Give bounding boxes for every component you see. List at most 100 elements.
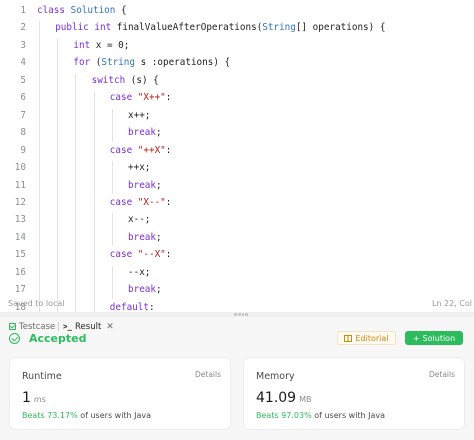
solution-label: Solution (422, 333, 456, 343)
code-text: break; (128, 229, 162, 246)
memory-card[interactable]: Memory Details 41.09 MB Beats 97.03% of u… (243, 357, 465, 430)
runtime-value-row: 1 ms (22, 390, 46, 406)
line-number: 10 (14, 162, 26, 174)
code-text: x--; (128, 211, 150, 228)
code-line[interactable]: 11 break; (0, 177, 474, 194)
runtime-details-link[interactable]: Details (195, 370, 221, 379)
code-token: switch (91, 74, 131, 86)
solution-button[interactable]: + Solution (405, 331, 463, 345)
line-number: 4 (20, 57, 26, 69)
code-line[interactable]: 1 class Solution { (0, 2, 474, 19)
plus-icon: + (412, 333, 420, 343)
code-line[interactable]: 15 case "--X": (0, 246, 474, 263)
drag-grip-icon (234, 313, 248, 316)
code-token: "X--" (137, 196, 166, 208)
code-text: int x = 0; (73, 37, 129, 54)
code-line[interactable]: 12 case "X--": (0, 194, 474, 211)
code-token: (s) { (130, 74, 159, 86)
code-token: case (109, 92, 138, 104)
runtime-value: 1 (22, 390, 31, 406)
code-line[interactable]: 5 switch (s) { (0, 72, 474, 89)
code-text: break; (128, 177, 162, 194)
status-accepted: Accepted (29, 332, 87, 345)
code-token: "++X" (137, 144, 166, 156)
code-token: class (37, 5, 71, 16)
code-token: ; (156, 284, 162, 296)
runtime-card[interactable]: Runtime Details 1 ms Beats 73.17% of user… (9, 357, 231, 430)
code-line[interactable]: 8 break; (0, 124, 474, 141)
code-token: ; (156, 127, 162, 139)
indent-guide (111, 213, 113, 247)
line-number: 5 (20, 74, 26, 86)
line-number: 12 (14, 196, 26, 208)
book-icon (344, 334, 353, 342)
code-text: --x; (128, 264, 150, 281)
code-line[interactable]: 2 public int finalValueAfterOperations(St… (0, 19, 474, 36)
code-token: public (55, 22, 95, 34)
code-token: finalValueAfterOperations( (116, 22, 263, 34)
code-line[interactable]: 4 for (String s :operations) { (0, 54, 474, 71)
code-token: : (165, 249, 172, 261)
memory-details-link[interactable]: Details (429, 370, 455, 379)
saved-status: Saved to local (8, 299, 65, 308)
result-header: Accepted Editorial + Solution (0, 331, 474, 349)
code-token: [] operations) { (295, 22, 386, 34)
editorial-button[interactable]: Editorial (337, 331, 396, 345)
code-line[interactable]: 7 x++; (0, 107, 474, 124)
code-line[interactable]: 9 case "++X": (0, 142, 474, 159)
code-token: : (165, 144, 172, 156)
line-number: 14 (14, 231, 26, 243)
memory-beats-prefix: Beats (256, 411, 279, 420)
code-text: case "X--": (110, 194, 172, 211)
memory-beats: Beats 97.03% of users with Java (256, 411, 385, 420)
code-line[interactable]: 10 ++x; (0, 159, 474, 176)
memory-value-row: 41.09 MB (256, 390, 311, 406)
code-text: switch (s) { (92, 72, 159, 89)
line-number: 13 (14, 214, 26, 226)
code-line[interactable]: 14 break; (0, 229, 474, 246)
code-token: --x; (128, 266, 151, 278)
checkbox-icon (9, 323, 16, 330)
code-text: break; (128, 124, 162, 141)
code-token: for (73, 57, 96, 69)
tab-result-label: Result (75, 321, 102, 332)
code-token: x++; (128, 109, 151, 121)
code-token: case (109, 144, 138, 156)
code-line[interactable]: 3 int x = 0; (0, 37, 474, 54)
memory-title: Memory (256, 371, 295, 382)
code-token: ; (156, 231, 162, 243)
line-number: 6 (20, 92, 26, 104)
code-token: ; (156, 179, 162, 191)
code-token: : (165, 92, 172, 104)
code-token: int (94, 22, 117, 34)
code-token: break (128, 127, 156, 139)
line-number: 3 (20, 39, 26, 51)
tab-testcase-label: Testcase (19, 321, 56, 332)
code-text: public int finalValueAfterOperations(Str… (55, 19, 385, 36)
runtime-beats-prefix: Beats (22, 411, 45, 420)
code-editor[interactable]: 1 class Solution {2 public int finalValueA… (0, 0, 474, 435)
code-token: String (101, 57, 135, 69)
line-number: 9 (20, 144, 26, 156)
code-token: int (73, 39, 96, 51)
runtime-beats: Beats 73.17% of users with Java (22, 411, 151, 420)
line-number: 1 (20, 5, 26, 16)
code-token: case (109, 249, 138, 261)
editorial-label: Editorial (355, 333, 389, 343)
memory-value: 41.09 (256, 390, 297, 406)
code-text: ++x; (128, 159, 150, 176)
code-line[interactable]: 13 x--; (0, 211, 474, 228)
runtime-title: Runtime (22, 371, 62, 382)
code-text: x++; (128, 107, 150, 124)
code-token: break (128, 231, 156, 243)
indent-guide (111, 161, 113, 194)
code-line[interactable]: 6 case "X++": (0, 89, 474, 106)
code-token: ++x; (128, 162, 151, 174)
code-token: Solution (70, 5, 116, 16)
code-text: case "--X": (110, 246, 172, 263)
close-icon[interactable]: ✕ (106, 322, 114, 332)
code-token: x = 0; (95, 39, 130, 51)
code-line[interactable]: 16 --x; (0, 264, 474, 281)
line-number: 15 (14, 249, 26, 261)
code-token: { (115, 5, 127, 16)
